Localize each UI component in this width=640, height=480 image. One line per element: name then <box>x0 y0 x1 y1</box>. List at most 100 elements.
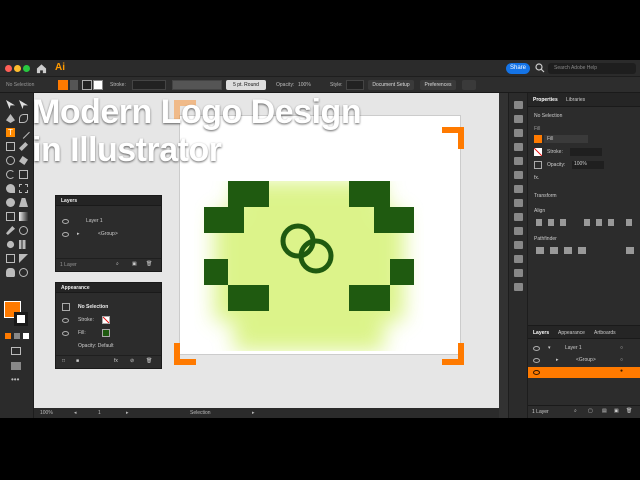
draw-mode-icon[interactable] <box>11 347 21 355</box>
stroke-weight-field[interactable] <box>132 80 166 90</box>
graphic-styles-panel-icon[interactable] <box>514 157 523 165</box>
stroke-color-swatch[interactable] <box>14 312 28 326</box>
minus-front-icon[interactable] <box>550 247 558 254</box>
group-row[interactable]: ▸ <Group> ○ <box>528 355 640 366</box>
new-layer-icon[interactable]: ▣ <box>614 408 619 414</box>
add-new-fill-icon[interactable]: ■ <box>76 358 79 364</box>
eye-icon[interactable] <box>533 358 540 363</box>
warp-tool-icon[interactable] <box>6 184 15 193</box>
add-new-stroke-icon[interactable]: □ <box>62 358 65 364</box>
swatches-panel-icon[interactable] <box>514 115 523 123</box>
selection-tool-icon[interactable] <box>6 100 15 109</box>
shape-builder-tool-icon[interactable] <box>6 198 15 207</box>
tab-properties[interactable]: Properties <box>533 97 558 103</box>
curvature-tool-icon[interactable] <box>19 114 28 123</box>
paragraph-panel-icon[interactable] <box>514 227 523 235</box>
tab-layers[interactable]: Layers <box>533 330 549 336</box>
appearance-stroke-row[interactable]: Stroke: <box>56 314 161 327</box>
artboard-prev-icon[interactable]: ◂ <box>74 410 77 416</box>
delete-layer-icon[interactable]: 🗑 <box>626 408 632 414</box>
expand-chevron-icon[interactable]: ▾ <box>548 345 551 351</box>
align-panel-icon[interactable] <box>514 255 523 263</box>
selected-path-row[interactable]: ● <box>528 367 640 378</box>
align-left-icon[interactable] <box>536 219 542 226</box>
arrange-documents-icon[interactable] <box>462 80 476 90</box>
delete-layer-icon[interactable]: 🗑 <box>146 261 152 267</box>
green-logo-artwork[interactable] <box>194 181 424 351</box>
stroke-weight-field[interactable] <box>570 148 602 156</box>
expand-chevron-icon[interactable]: ▸ <box>556 357 559 363</box>
new-sublayer-icon[interactable]: ▤ <box>602 408 607 414</box>
search-layers-icon[interactable]: ⌕ <box>574 408 577 414</box>
screen-mode-icon[interactable] <box>11 362 21 370</box>
stroke-panel-icon[interactable] <box>514 171 523 179</box>
scale-tool-icon[interactable] <box>19 170 28 179</box>
style-dropdown[interactable] <box>346 80 364 90</box>
intersect-icon[interactable] <box>564 247 572 254</box>
group-row[interactable]: ▸ <Group> <box>56 228 161 241</box>
eraser-tool-icon[interactable] <box>19 156 28 165</box>
delete-item-icon[interactable]: 🗑 <box>146 358 152 364</box>
tab-libraries[interactable]: Libraries <box>566 97 585 103</box>
appearance-fill-row[interactable]: Fill: <box>56 327 161 340</box>
align-to-icon[interactable] <box>626 219 632 226</box>
eye-icon[interactable] <box>62 331 69 336</box>
symbols-panel-icon[interactable] <box>514 143 523 151</box>
stroke-none-icon[interactable] <box>93 80 103 90</box>
appearance-panel-header[interactable]: Appearance <box>56 283 161 293</box>
paintbrush-tool-icon[interactable] <box>19 142 28 151</box>
artboard-next-icon[interactable]: ▸ <box>126 410 129 416</box>
stroke-none-swatch[interactable] <box>534 148 542 156</box>
document-setup-button[interactable]: Document Setup <box>368 80 414 90</box>
eyedropper-tool-icon[interactable] <box>6 226 15 235</box>
zoom-tool-icon[interactable] <box>19 268 28 277</box>
pathfinder-panel-icon[interactable] <box>514 269 523 277</box>
align-center-h-icon[interactable] <box>548 219 554 226</box>
status-play-icon[interactable]: ▸ <box>252 410 255 416</box>
target-icon[interactable]: ● <box>620 368 623 374</box>
transparency-panel-icon[interactable] <box>514 199 523 207</box>
help-search-input[interactable]: Search Adobe Help <box>548 63 636 74</box>
color-mode-fill-icon[interactable] <box>5 333 11 339</box>
brushes-panel-icon[interactable] <box>514 129 523 137</box>
layer-row[interactable]: Layer 1 <box>56 215 161 228</box>
fill-swatch[interactable] <box>534 135 542 143</box>
stroke-swatch[interactable] <box>82 80 92 90</box>
blend-tool-icon[interactable] <box>19 226 28 235</box>
unite-icon[interactable] <box>536 247 544 254</box>
pathfinder-more-icon[interactable] <box>626 247 634 254</box>
free-transform-tool-icon[interactable] <box>19 184 28 193</box>
rectangle-tool-icon[interactable] <box>6 142 15 151</box>
preferences-button[interactable]: Preferences <box>420 80 456 90</box>
target-icon[interactable]: ○ <box>620 357 623 363</box>
edit-toolbar-icon[interactable]: ••• <box>11 376 21 384</box>
rotate-tool-icon[interactable] <box>6 170 15 179</box>
perspective-grid-tool-icon[interactable] <box>19 198 28 207</box>
home-icon[interactable] <box>36 63 47 74</box>
character-panel-icon[interactable] <box>514 213 523 221</box>
tab-appearance[interactable]: Appearance <box>558 330 585 336</box>
pen-tool-icon[interactable] <box>6 114 15 123</box>
eye-icon[interactable] <box>533 370 540 375</box>
close-window-button[interactable] <box>5 65 12 72</box>
eye-icon[interactable] <box>62 232 69 237</box>
layers-panel-header[interactable]: Layers <box>56 196 161 206</box>
brush-definition-dropdown[interactable]: 5 pt. Round <box>226 80 266 90</box>
new-layer-icon[interactable]: ▣ <box>132 261 137 267</box>
transform-panel-icon[interactable] <box>514 241 523 249</box>
fill-dropdown-icon[interactable] <box>70 80 78 90</box>
tab-artboards[interactable]: Artboards <box>594 330 616 336</box>
search-icon[interactable] <box>535 63 545 73</box>
align-bottom-icon[interactable] <box>608 219 614 226</box>
gradient-tool-icon[interactable] <box>19 212 28 221</box>
links-panel-icon[interactable] <box>514 283 523 291</box>
clear-appearance-icon[interactable]: ⊘ <box>130 358 134 364</box>
fill-green-swatch[interactable] <box>102 329 110 337</box>
shaper-tool-icon[interactable] <box>6 156 15 165</box>
exclude-icon[interactable] <box>578 247 586 254</box>
symbol-sprayer-tool-icon[interactable] <box>6 240 15 249</box>
clipping-mask-icon[interactable]: ▢ <box>588 408 593 414</box>
align-center-v-icon[interactable] <box>596 219 602 226</box>
effects-label[interactable]: fx. <box>534 175 539 181</box>
column-graph-tool-icon[interactable] <box>19 240 28 249</box>
